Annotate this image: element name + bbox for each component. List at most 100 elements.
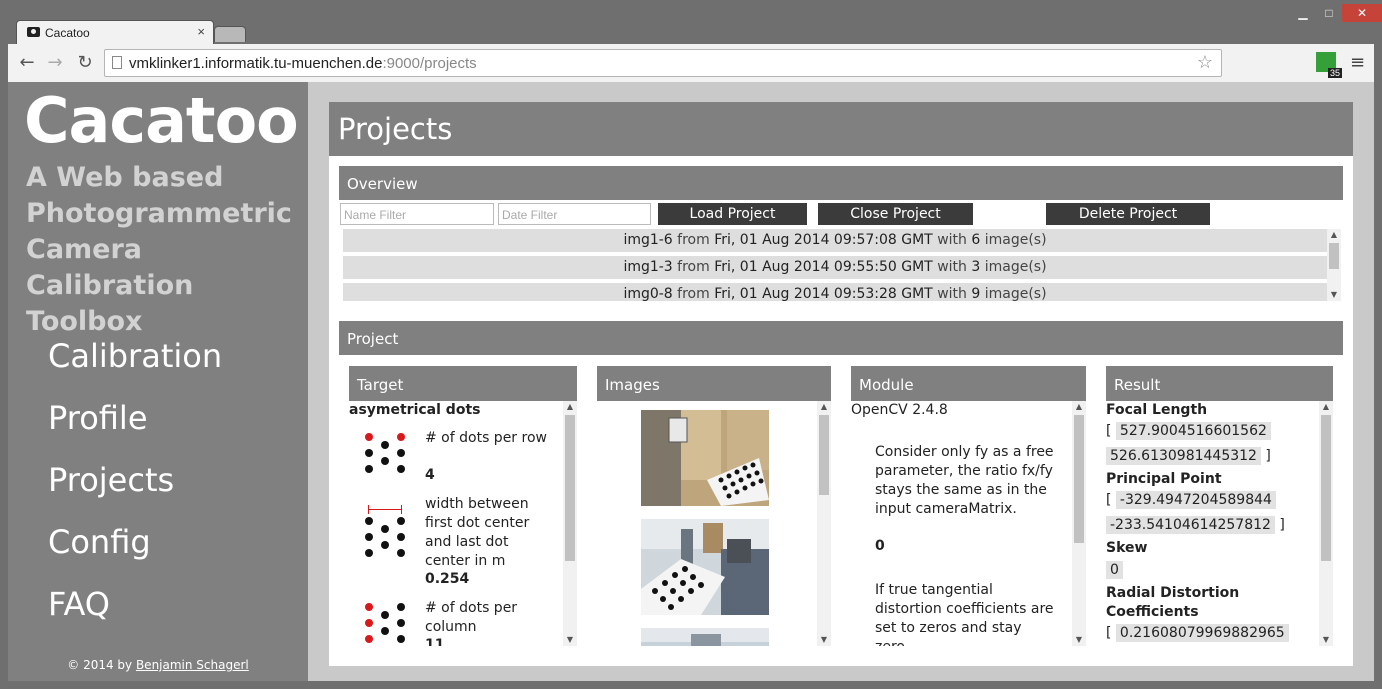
close-project-button[interactable]: Close Project: [818, 203, 973, 225]
back-icon[interactable]: ←: [16, 52, 38, 73]
width-label: width between first dot center and last …: [425, 496, 530, 569]
skew-label: Skew: [1106, 540, 1148, 556]
delete-project-button[interactable]: Delete Project: [1046, 203, 1210, 225]
module-scrollbar[interactable]: ▲ ▼: [1072, 401, 1086, 646]
target-body: asymetrical dots # of dots per row 4 wid…: [349, 401, 561, 646]
focal-x-value: 527.9004516601562: [1115, 422, 1271, 440]
scroll-thumb[interactable]: [1074, 415, 1084, 543]
nav-faq[interactable]: FAQ: [48, 585, 110, 623]
scroll-down-icon[interactable]: ▼: [1319, 634, 1333, 646]
browser-tab[interactable]: Cacatoo ×: [16, 20, 214, 44]
extension-icon[interactable]: 35: [1316, 52, 1342, 78]
project-date: Fri, 01 Aug 2014 09:53:28 GMT: [714, 286, 933, 301]
scroll-up-icon[interactable]: ▲: [1327, 229, 1341, 241]
project-list-scrollbar[interactable]: ▲ ▼: [1327, 229, 1341, 301]
target-scrollbar[interactable]: ▲ ▼: [563, 401, 577, 646]
scroll-up-icon[interactable]: ▲: [1072, 401, 1086, 413]
calibration-image-thumbnail[interactable]: [641, 519, 769, 615]
project-with: with: [937, 232, 967, 248]
minimize-button[interactable]: ▁: [1290, 4, 1316, 22]
project-from: from: [677, 286, 710, 301]
new-tab-button[interactable]: [214, 26, 246, 42]
app-logo[interactable]: Cacatoo: [24, 84, 299, 157]
dots-per-row-icon: [365, 433, 413, 481]
focal-length-y: 526.6130981445312 ]: [1106, 447, 1271, 465]
project-row[interactable]: img1-6 from Fri, 01 Aug 2014 09:57:08 GM…: [343, 229, 1327, 252]
project-row[interactable]: img0-8 from Fri, 01 Aug 2014 09:53:28 GM…: [343, 283, 1327, 301]
dots-per-column-icon: [365, 603, 413, 646]
menu-icon[interactable]: ≡: [1350, 52, 1365, 73]
scroll-up-icon[interactable]: ▲: [1319, 401, 1333, 413]
scroll-down-icon[interactable]: ▼: [817, 634, 831, 646]
images-panel: Images ▲ ▼: [597, 366, 831, 646]
scroll-thumb[interactable]: [819, 415, 829, 495]
result-body: Focal Length [ 527.9004516601562 526.613…: [1106, 401, 1317, 646]
url-host: vmklinker1.informatik.tu-muenchen.de: [129, 55, 383, 72]
result-panel: Result Focal Length [ 527.9004516601562 …: [1106, 366, 1333, 646]
scroll-thumb[interactable]: [1329, 243, 1339, 269]
star-icon[interactable]: ☆: [1197, 52, 1213, 73]
reload-icon[interactable]: ↻: [74, 52, 96, 73]
project-with: with: [937, 286, 967, 301]
target-header: Target: [349, 366, 577, 401]
principal-point-y: -233.54104614257812 ]: [1106, 516, 1285, 534]
dots-per-row-value: 4: [425, 467, 435, 483]
scroll-thumb[interactable]: [1321, 415, 1331, 561]
author-link[interactable]: Benjamin Schagerl: [136, 658, 249, 672]
pp-x-value: -329.4947204589844: [1115, 491, 1276, 509]
project-from: from: [677, 232, 710, 248]
result-scrollbar[interactable]: ▲ ▼: [1319, 401, 1333, 646]
camera-icon: [27, 27, 40, 37]
scroll-down-icon[interactable]: ▼: [1327, 289, 1341, 301]
nav-profile[interactable]: Profile: [48, 399, 148, 437]
date-filter-input[interactable]: Date Filter: [498, 203, 651, 225]
skew-value: 0: [1106, 561, 1123, 579]
module-header: Module: [851, 366, 1086, 401]
skew: 0: [1106, 561, 1123, 579]
tab-title: Cacatoo: [45, 26, 90, 40]
project-header: Project: [339, 321, 1343, 355]
result-header: Result: [1106, 366, 1333, 401]
project-date: Fri, 01 Aug 2014 09:55:50 GMT: [714, 259, 933, 275]
dots-per-column-value: 11: [425, 637, 445, 646]
page-title: Projects: [329, 102, 1353, 156]
close-window-button[interactable]: ✕: [1342, 4, 1382, 22]
calibration-image-thumbnail[interactable]: [641, 410, 769, 506]
principal-point-x: [ -329.4947204589844: [1106, 491, 1276, 509]
address-bar[interactable]: vmklinker1.informatik.tu-muenchen.de:900…: [104, 49, 1222, 77]
project-count: 9: [971, 286, 981, 301]
forward-icon[interactable]: →: [44, 52, 66, 73]
url-path: :9000/projects: [382, 55, 477, 72]
name-filter-input[interactable]: Name Filter: [340, 203, 494, 225]
project-with: with: [937, 259, 967, 275]
footer-copyright: © 2014 by: [67, 658, 136, 672]
tab-close-icon[interactable]: ×: [197, 24, 205, 39]
dots-per-row-label: # of dots per row: [425, 430, 547, 446]
project-row[interactable]: img1-3 from Fri, 01 Aug 2014 09:55:50 GM…: [343, 256, 1327, 279]
project-list: img1-6 from Fri, 01 Aug 2014 09:57:08 GM…: [343, 229, 1327, 301]
nav-config[interactable]: Config: [48, 523, 151, 561]
module-panel: Module OpenCV 2.4.8 Consider only fy as …: [851, 366, 1086, 646]
calibration-image-thumbnail[interactable]: [641, 628, 769, 646]
project-suffix: image(s): [984, 286, 1047, 301]
scroll-thumb[interactable]: [565, 415, 575, 561]
extension-badge: 35: [1327, 68, 1342, 78]
scroll-down-icon[interactable]: ▼: [1072, 634, 1086, 646]
scroll-up-icon[interactable]: ▲: [817, 401, 831, 413]
scroll-up-icon[interactable]: ▲: [563, 401, 577, 413]
sidebar: Cacatoo A Web based Photogrammetric Came…: [8, 82, 308, 681]
module-body: OpenCV 2.4.8 Consider only fy as a free …: [851, 401, 1070, 646]
nav-projects[interactable]: Projects: [48, 461, 174, 499]
tab-strip: Cacatoo × ▁ □ ✕: [8, 0, 1382, 44]
fix-aspect-ratio-value[interactable]: 0: [875, 538, 885, 554]
images-scrollbar[interactable]: ▲ ▼: [817, 401, 831, 646]
width-icon: [365, 505, 413, 557]
images-header: Images: [597, 366, 831, 401]
project-name: img0-8: [623, 286, 673, 301]
project-name: img1-3: [623, 259, 673, 275]
nav-calibration[interactable]: Calibration: [48, 337, 222, 375]
scroll-down-icon[interactable]: ▼: [563, 634, 577, 646]
load-project-button[interactable]: Load Project: [658, 203, 807, 225]
project-name: img1-6: [623, 232, 673, 248]
maximize-button[interactable]: □: [1316, 4, 1342, 22]
